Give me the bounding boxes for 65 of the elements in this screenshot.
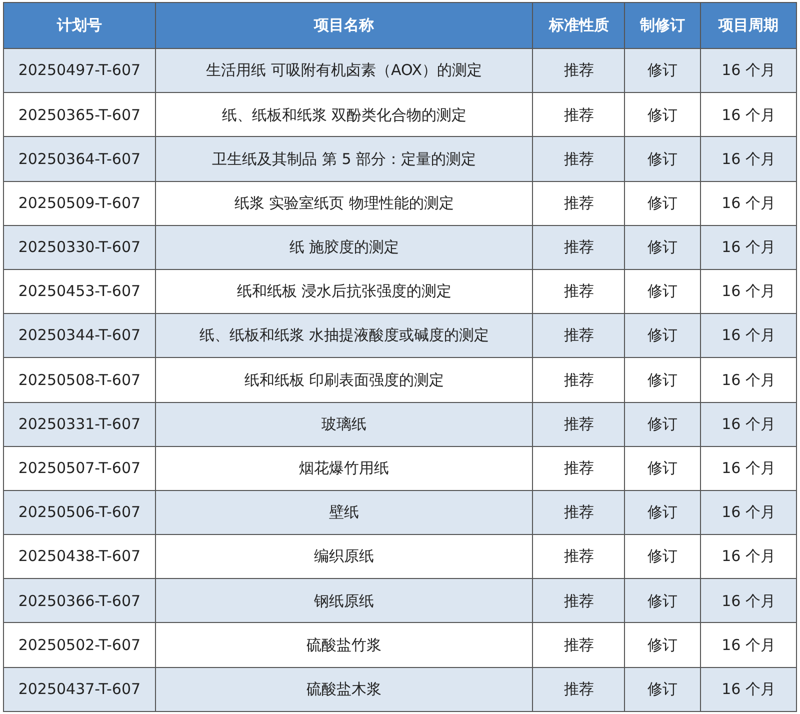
table-cell: 钢纸原纸 (155, 578, 533, 623)
table-cell: 修订 (624, 181, 701, 226)
table-cell: 纸 施胶度的测定 (155, 225, 533, 270)
table-cell: 20250344-T-607 (4, 314, 156, 358)
table-cell: 推荐 (532, 402, 625, 446)
table-cell: 修订 (624, 490, 701, 535)
table-cell: 修订 (624, 667, 701, 712)
table-cell: 硫酸盐竹浆 (155, 622, 533, 668)
table-cell: 推荐 (532, 490, 625, 535)
table-cell: 16 个月 (700, 622, 796, 668)
table-cell: 20250506-T-607 (4, 490, 156, 535)
table-cell: 20250507-T-607 (4, 446, 156, 490)
table-cell: 修订 (624, 225, 701, 270)
table-cell: 20250509-T-607 (4, 181, 156, 226)
table-cell: 修订 (624, 136, 701, 182)
table-cell: 推荐 (532, 136, 625, 182)
table-cell: 修订 (624, 314, 701, 358)
table-cell: 推荐 (532, 225, 625, 270)
table-cell: 硫酸盐木浆 (155, 667, 533, 712)
table-cell: 玻璃纸 (155, 402, 533, 446)
table-cell: 16 个月 (700, 136, 796, 182)
table-cell: 纸、纸板和纸浆 水抽提液酸度或碱度的测定 (155, 314, 533, 358)
table-cell: 修订 (624, 622, 701, 668)
table-cell: 卫生纸及其制品 第 5 部分：定量的测定 (155, 136, 533, 182)
table-cell: 推荐 (532, 358, 625, 402)
table-cell: 16 个月 (700, 490, 796, 535)
table-cell: 16 个月 (700, 402, 796, 446)
table-cell: 推荐 (532, 48, 625, 93)
table-cell: 20250437-T-607 (4, 667, 156, 712)
table-cell: 推荐 (532, 181, 625, 226)
table-cell: 16 个月 (700, 578, 796, 623)
column-header: 项目周期 (700, 2, 796, 48)
table-cell: 20250366-T-607 (4, 578, 156, 623)
table-cell: 20250330-T-607 (4, 225, 156, 270)
table-cell: 16 个月 (700, 48, 796, 93)
table-cell: 壁纸 (155, 490, 533, 535)
table-cell: 修订 (624, 402, 701, 446)
table-cell: 20250364-T-607 (4, 136, 156, 182)
table-cell: 生活用纸 可吸附有机卤素（AOX）的测定 (155, 48, 533, 93)
column-header: 计划号 (4, 2, 156, 48)
table-cell: 20250497-T-607 (4, 48, 156, 93)
table-cell: 烟花爆竹用纸 (155, 446, 533, 490)
table-cell: 16 个月 (700, 667, 796, 712)
table-cell: 20250331-T-607 (4, 402, 156, 446)
table-cell: 推荐 (532, 667, 625, 712)
table-cell: 修订 (624, 358, 701, 402)
table-cell: 16 个月 (700, 181, 796, 226)
table-cell: 16 个月 (700, 446, 796, 490)
table-cell: 20250502-T-607 (4, 622, 156, 668)
table-cell: 16 个月 (700, 225, 796, 270)
column-header: 制修订 (624, 2, 701, 48)
table-cell: 推荐 (532, 446, 625, 490)
table-cell: 16 个月 (700, 358, 796, 402)
table-cell: 纸和纸板 印刷表面强度的测定 (155, 358, 533, 402)
column-header: 标准性质 (532, 2, 625, 48)
table-cell: 推荐 (532, 578, 625, 623)
table-cell: 推荐 (532, 622, 625, 668)
table-cell: 修订 (624, 48, 701, 93)
table-cell: 20250508-T-607 (4, 358, 156, 402)
table-cell: 修订 (624, 446, 701, 490)
table-cell: 16 个月 (700, 314, 796, 358)
table-cell: 推荐 (532, 314, 625, 358)
table-cell: 修订 (624, 578, 701, 623)
column-header: 项目名称 (155, 2, 533, 48)
table-cell: 纸浆 实验室纸页 物理性能的测定 (155, 181, 533, 226)
